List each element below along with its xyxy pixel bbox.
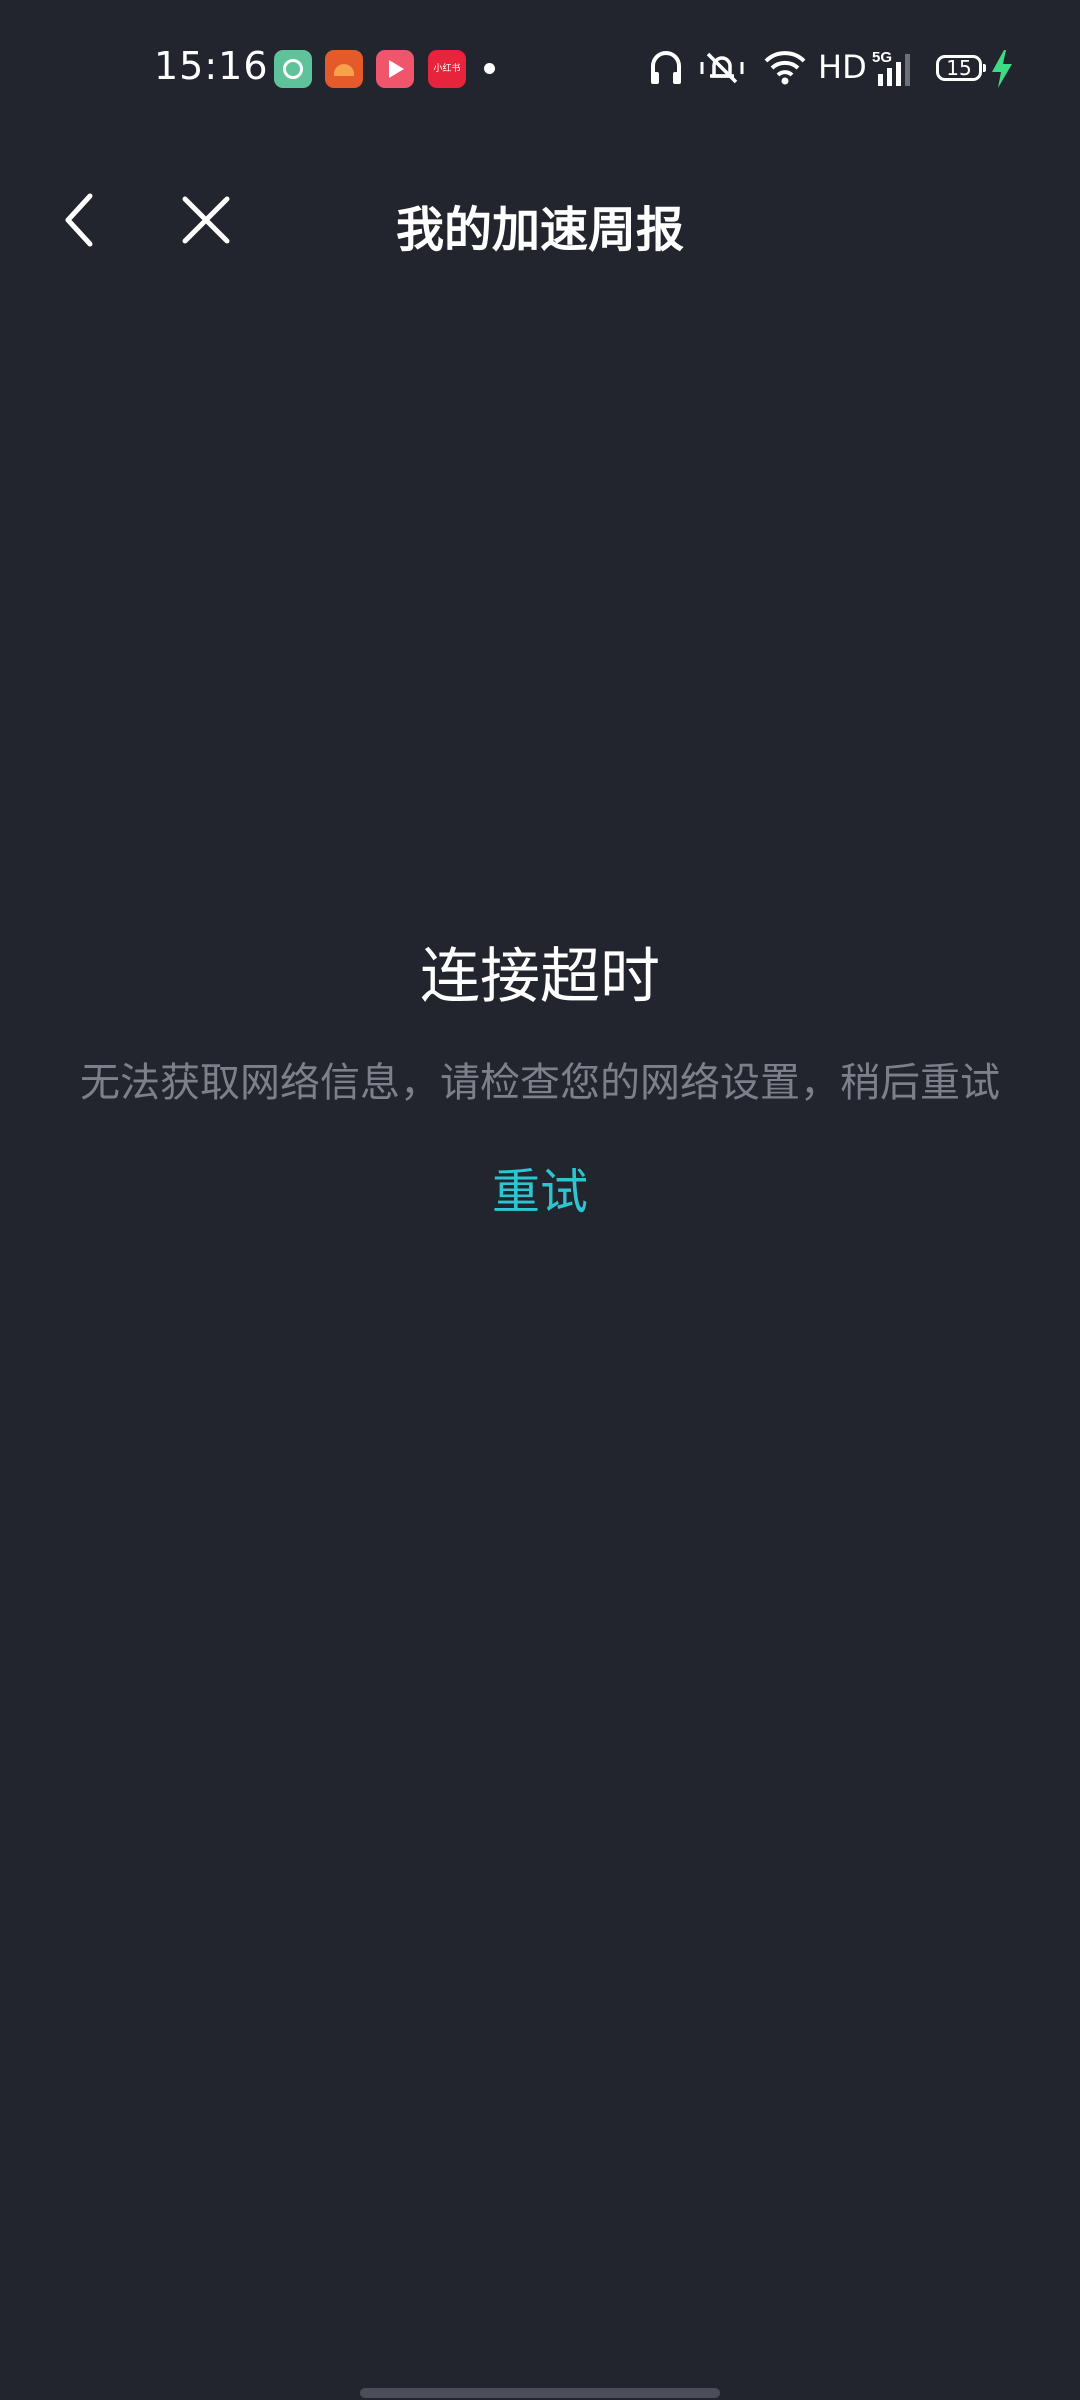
status-bar: 15:16 小红书 HD 5G 15 (0, 0, 1080, 136)
cellular-signal-icon: 5G (872, 49, 910, 86)
battery-level: 15 (946, 56, 972, 80)
cell-type-label: 5G (872, 49, 892, 66)
notification-dot-icon (484, 63, 495, 74)
charging-bolt-icon (992, 50, 1012, 88)
close-button[interactable] (166, 188, 246, 252)
red-app-icon-label: 小红书 (433, 64, 461, 74)
nav-bar: 我的加速周报 (0, 160, 1080, 280)
home-indicator[interactable] (360, 2388, 720, 2398)
status-time: 15:16 (154, 44, 269, 88)
chevron-left-icon (65, 193, 93, 247)
page-title: 我的加速周报 (395, 202, 684, 258)
error-message: 无法获取网络信息，请检查您的网络设置，稍后重试 (80, 1060, 1000, 1106)
orange-app-icon (325, 50, 363, 88)
screen: 15:16 小红书 HD 5G 15 我的加速周报 连接超时 无法获取网络信息，… (0, 0, 1080, 2400)
red-app-icon: 小红书 (428, 50, 466, 88)
vibrate-mute-icon (700, 52, 744, 84)
wifi-icon (764, 51, 806, 85)
close-icon (182, 196, 230, 244)
pink-play-app-icon (376, 50, 414, 88)
hd-label: HD (818, 48, 867, 86)
green-circle-app-icon (274, 50, 312, 88)
retry-button[interactable]: 重试 (440, 1152, 640, 1232)
battery-indicator: 15 (936, 55, 986, 81)
back-button[interactable] (40, 188, 120, 252)
headphones-icon (651, 51, 681, 84)
error-title: 连接超时 (420, 942, 660, 1012)
